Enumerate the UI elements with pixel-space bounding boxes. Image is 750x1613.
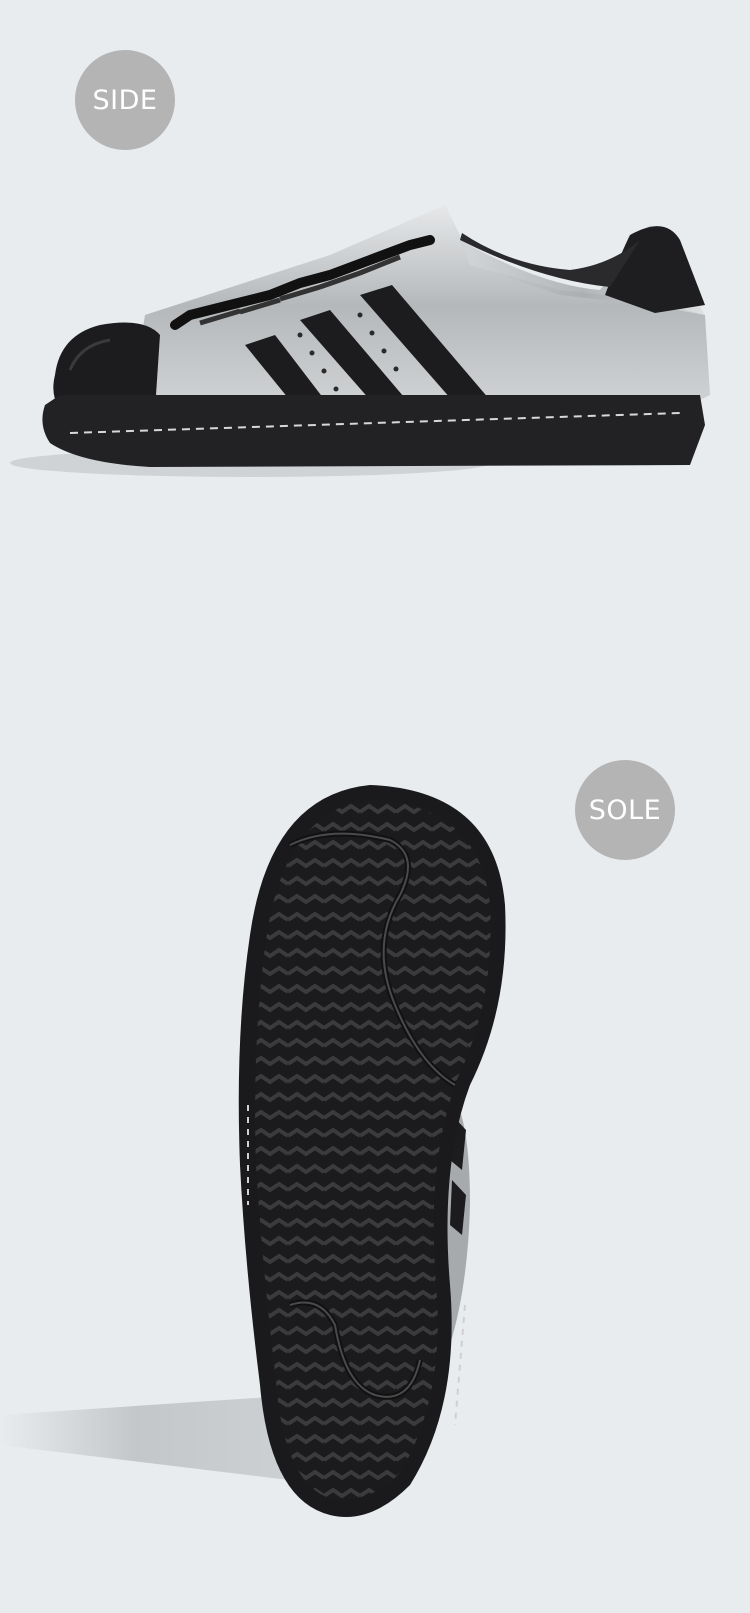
sneaker-side-image — [0, 195, 750, 505]
sneaker-sole-image — [0, 785, 750, 1545]
view-badge-side-label: SIDE — [92, 84, 158, 116]
product-detail-page: SIDE SOLE — [0, 0, 750, 1613]
view-badge-side: SIDE — [75, 50, 175, 150]
